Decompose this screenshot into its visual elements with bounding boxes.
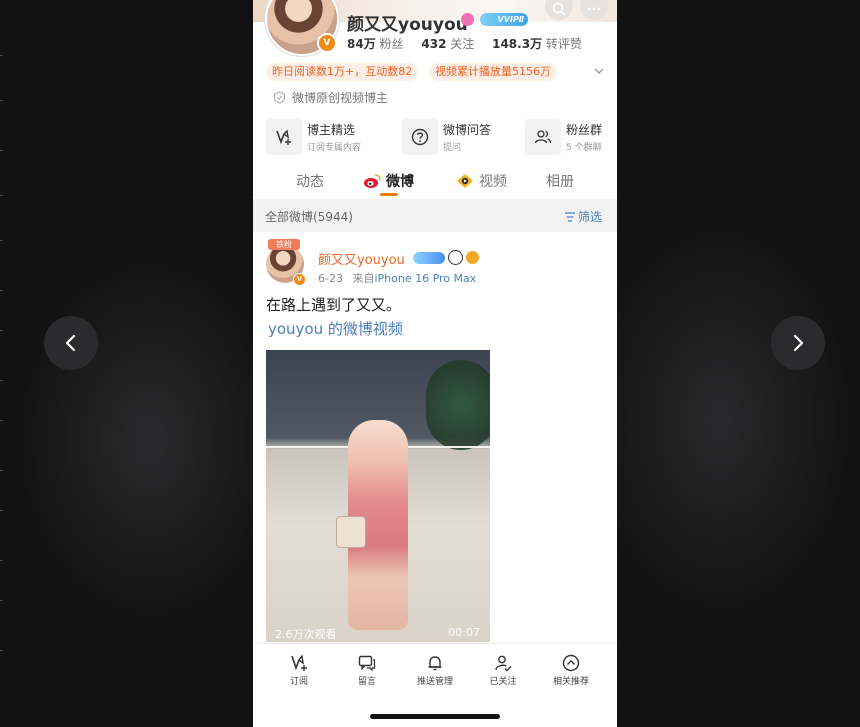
video-thumbnail-bag [336, 516, 366, 548]
emoji-icon [466, 251, 479, 264]
subscribe-label: 订阅 [289, 677, 308, 687]
post-author-name[interactable]: 颜又又youyou [318, 249, 405, 268]
push-settings-button[interactable]: 推送管理 [405, 654, 465, 687]
search-icon [552, 2, 566, 16]
filter-icon [565, 211, 575, 222]
feature-title: 博主精选 [307, 123, 356, 137]
video-plays-pill: 视频累计播放量5156万 [429, 63, 557, 81]
tab-label: 动态 [296, 174, 324, 190]
feature-title: 微博问答 [443, 123, 492, 137]
left-edge-ticks [0, 0, 3, 727]
post-author-badges [413, 250, 479, 265]
profile-stats: 84万 粉丝 432 关注 148.3万 转评赞 [347, 35, 596, 52]
shield-icon [273, 91, 286, 104]
feature-subtitle: 提问 [443, 143, 462, 153]
followed-label: 已关注 [489, 677, 517, 687]
tab-label: 相册 [546, 174, 574, 190]
panda-icon [448, 250, 463, 265]
followers-count[interactable]: 84万 [347, 37, 376, 51]
feature-icon-box [525, 119, 561, 155]
active-tab-indicator [380, 193, 398, 196]
tab-video[interactable]: 视频 [456, 171, 507, 191]
post-verified-badge: V [293, 273, 306, 286]
feature-icon-box [266, 119, 302, 155]
verification-row: 微博原创视频博主 [273, 89, 388, 106]
post-video[interactable]: 2.6万次观看 00:07 [266, 350, 490, 642]
tab-weibo[interactable]: 微博 [363, 171, 414, 191]
daily-reads-pill: 昨日阅读数1万+，互动数82 [266, 63, 419, 81]
post-text: 在路上遇到了又又。 [266, 296, 402, 314]
recommend-label: 相关推荐 [552, 677, 589, 687]
post-device[interactable]: iPhone 16 Pro Max [374, 272, 476, 285]
feature-subtitle: 5 个群聊 [566, 143, 602, 153]
video-thumbnail-plant [426, 360, 490, 450]
followed-button[interactable]: 已关注 [473, 654, 533, 687]
pink-badge-icon [461, 13, 474, 26]
subscribe-button[interactable]: 订阅 [269, 654, 329, 687]
feature-subtitle: 订阅专属内容 [307, 143, 362, 153]
chevron-left-icon [65, 334, 76, 352]
followers-label: 粉丝 [379, 37, 404, 51]
filter-button[interactable]: 筛选 [564, 208, 602, 225]
fan-tag-badge: 铁粉 [268, 239, 300, 250]
bottom-action-bar: 订阅 留言 推送管理 已关注 相关推荐 [253, 643, 617, 727]
comment-button[interactable]: 留言 [337, 654, 397, 687]
profile-name: 颜又又youyou [347, 15, 468, 35]
followed-icon [495, 655, 512, 672]
filter-label: 筛选 [578, 210, 603, 224]
all-posts-count: 全部微博(5944) [265, 210, 353, 224]
video-duration: 00:07 [448, 626, 480, 639]
vvip-badge[interactable]: VVIPⅡ [480, 13, 528, 26]
tab-dynamic[interactable]: 动态 [296, 171, 324, 191]
tab-label: 微博 [386, 174, 414, 190]
next-image-button[interactable] [771, 316, 825, 370]
previous-image-button[interactable] [44, 316, 98, 370]
screen-glare [483, 232, 617, 342]
verification-text: 微博原创视频博主 [292, 91, 389, 105]
chevron-right-icon [793, 334, 804, 352]
video-view-count: 2.6万次观看 [275, 628, 337, 641]
feature-title: 粉丝群 [566, 123, 603, 137]
recommend-icon [562, 654, 580, 672]
feed-filter-bar: 全部微博(5944) 筛选 [253, 199, 617, 232]
more-icon [587, 7, 601, 11]
chevron-down-icon[interactable] [593, 65, 605, 77]
phone-screenshot: V 颜又又youyou VVIPⅡ 84万 粉丝 432 关注 148.3万 转… [253, 0, 617, 727]
interactions-label: 转评赞 [545, 37, 582, 51]
bell-icon [428, 656, 442, 671]
post-source-prefix: 来自 [352, 272, 375, 285]
verified-badge: V [317, 33, 337, 53]
post-video-link[interactable]: youyou 的微博视频 [268, 318, 403, 339]
post-date: 6-23 [318, 272, 343, 285]
home-indicator [370, 714, 500, 719]
level-badge [413, 251, 445, 264]
question-icon [411, 128, 429, 146]
subscribe-icon [291, 654, 307, 671]
subscribe-icon [276, 129, 291, 145]
tab-album[interactable]: 相册 [546, 171, 574, 191]
following-label: 关注 [450, 37, 475, 51]
video-tab-icon [457, 174, 473, 188]
weibo-logo-icon [364, 174, 381, 188]
push-settings-label: 推送管理 [416, 677, 453, 687]
tab-label: 视频 [479, 174, 507, 190]
comment-icon [358, 655, 376, 672]
feature-icon-box [402, 119, 438, 155]
following-count[interactable]: 432 [421, 37, 446, 51]
profile-tabs: 动态 微博 视频 相册 [253, 165, 617, 197]
interactions-count: 148.3万 [492, 37, 543, 51]
comment-label: 留言 [357, 677, 376, 687]
post-meta: 6-23 来自iPhone 16 Pro Max [318, 270, 476, 286]
group-icon [534, 130, 552, 144]
recommend-button[interactable]: 相关推荐 [541, 654, 601, 687]
